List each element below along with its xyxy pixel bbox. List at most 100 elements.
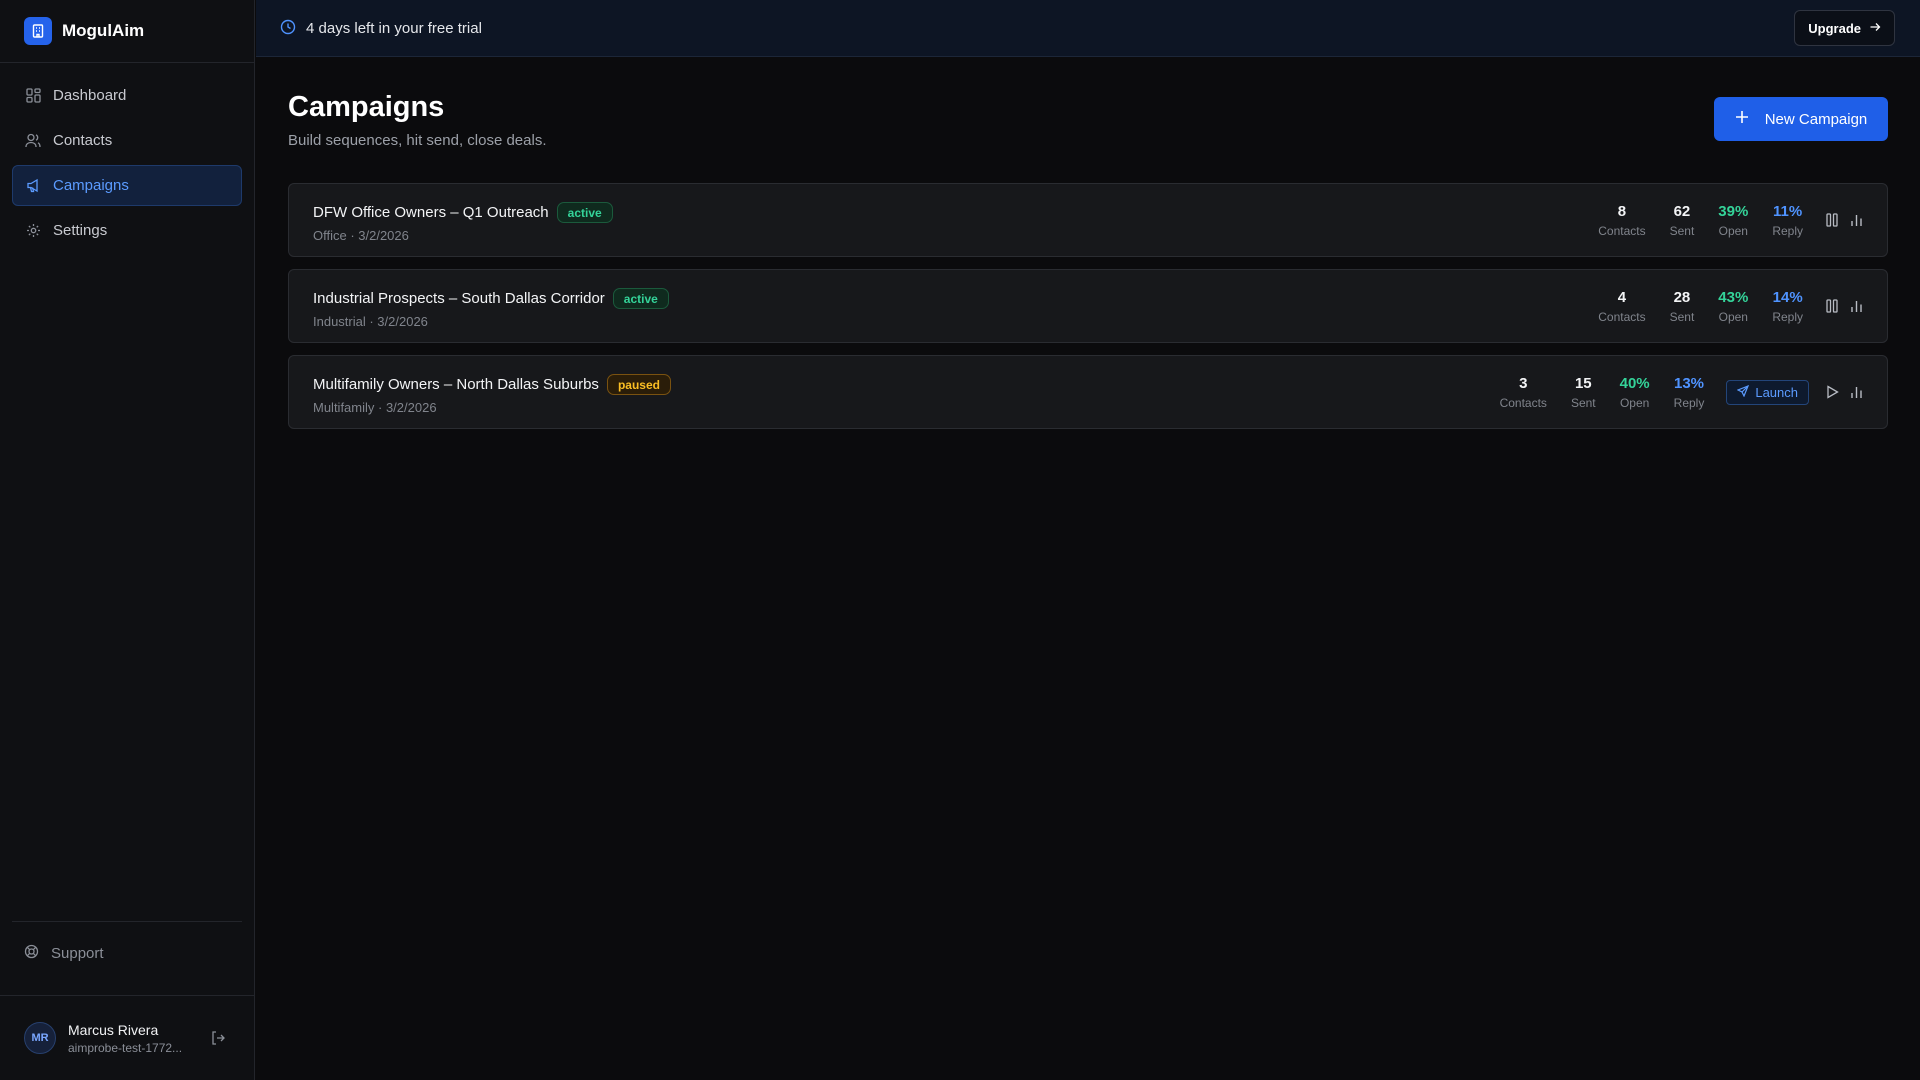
support-label: Support [51,945,104,962]
stat-label: Open [1718,309,1748,324]
campaign-name[interactable]: DFW Office Owners – Q1 Outreach [313,204,549,221]
user-name: Marcus Rivera [68,1021,159,1038]
stat-sent: 28 Sent [1670,289,1695,324]
stat-value: 39% [1718,202,1749,220]
play-icon[interactable] [1825,384,1839,400]
building-icon [24,17,52,45]
stat-value: 8 [1617,202,1627,220]
stat-label: Sent [1669,309,1695,324]
sidebar-item-label: Dashboard [53,87,127,104]
campaign-card[interactable]: Industrial Prospects – South Dallas Corr… [288,269,1888,343]
stat-contacts: 8 Contacts [1598,203,1645,238]
stat-value: 43% [1718,288,1749,306]
campaign-card[interactable]: DFW Office Owners – Q1 Outreach active O… [288,183,1888,257]
campaign-stats: 8 Contacts 62 Sent 39% Open 11% Reply [1598,184,1863,256]
launch-label: Launch [1755,384,1798,400]
bar-chart-icon[interactable] [1849,212,1863,228]
pause-icon[interactable] [1825,212,1839,228]
campaign-list: DFW Office Owners – Q1 Outreach active O… [288,183,1888,429]
sidebar-item-label: Contacts [53,132,113,149]
stat-sent: 15 Sent [1571,375,1596,410]
status-badge: active [556,202,613,223]
stat-contacts: 4 Contacts [1598,289,1645,324]
stat-label: Reply [1673,395,1705,410]
sidebar-item-settings[interactable]: Settings [12,210,242,251]
pause-icon[interactable] [1825,298,1839,314]
campaign-info: DFW Office Owners – Q1 Outreach active O… [313,202,613,243]
lifebuoy-icon [24,944,39,963]
avatar[interactable]: MR [24,1022,56,1054]
campaign-info: Industrial Prospects – South Dallas Corr… [313,288,669,329]
campaign-card[interactable]: Multifamily Owners – North Dallas Suburb… [288,355,1888,429]
campaign-meta: Office · 3/2/2026 [313,228,409,243]
campaign-stats: 3 Contacts 15 Sent 40% Open 13% Reply La… [1500,356,1863,428]
campaign-meta: Multifamily · 3/2/2026 [313,400,437,415]
sidebar: MogulAim Dashboard Contacts Campaigns Se… [0,0,255,1080]
trial-text: 4 days left in your free trial [306,19,482,37]
logout-icon[interactable] [210,1030,226,1046]
stat-label: Reply [1772,309,1803,324]
stat-value: 15 [1574,374,1592,392]
stat-sent: 62 Sent [1670,203,1695,238]
stat-value: 3 [1519,374,1528,392]
campaign-stats: 4 Contacts 28 Sent 43% Open 14% Reply [1598,270,1863,342]
campaign-name[interactable]: Multifamily Owners – North Dallas Suburb… [313,376,599,393]
send-icon [1736,384,1750,400]
campaign-meta: Industrial · 3/2/2026 [313,314,428,329]
upgrade-label: Upgrade [1808,20,1861,36]
stat-label: Contacts [1598,309,1646,324]
sidebar-item-contacts[interactable]: Contacts [12,120,242,161]
stat-contacts: 3 Contacts [1500,375,1547,410]
stat-value: 28 [1673,288,1691,306]
support-section: Support [12,921,242,963]
stat-open: 43% Open [1718,289,1748,324]
stat-label: Contacts [1499,395,1547,410]
users-icon [25,133,41,149]
bar-chart-icon[interactable] [1849,384,1863,400]
dashboard-icon [25,88,41,104]
stat-label: Contacts [1598,223,1646,238]
megaphone-icon [25,178,41,194]
support-link[interactable]: Support [12,944,242,963]
campaign-actions [1825,298,1863,314]
page-subtitle: Build sequences, hit send, close deals. [288,132,547,149]
stat-value: 13% [1673,374,1705,392]
page-title: Campaigns [288,91,445,123]
stat-label: Sent [1570,395,1596,410]
stat-label: Sent [1669,223,1695,238]
campaign-actions: Launch [1726,379,1863,405]
upgrade-button[interactable]: Upgrade [1794,10,1895,46]
bar-chart-icon[interactable] [1849,298,1863,314]
plus-icon [1735,110,1749,128]
stat-value: 11% [1773,202,1803,220]
sidebar-item-dashboard[interactable]: Dashboard [12,75,242,116]
campaign-name[interactable]: Industrial Prospects – South Dallas Corr… [313,290,605,307]
clock-icon [280,19,296,38]
stat-reply: 13% Reply [1674,375,1705,410]
stat-value: 4 [1617,288,1627,306]
brand[interactable]: MogulAim [0,0,254,63]
gear-icon [25,223,41,239]
status-badge: paused [606,374,671,395]
sidebar-item-label: Campaigns [53,177,129,194]
new-campaign-button[interactable]: New Campaign [1714,97,1888,141]
stat-reply: 14% Reply [1772,289,1803,324]
sidebar-item-label: Settings [53,222,108,239]
status-badge: active [612,288,669,309]
main-content: Campaigns Build sequences, hit send, clo… [288,57,1888,441]
stat-open: 39% Open [1718,203,1748,238]
stat-label: Reply [1772,223,1803,238]
stat-value: 14% [1772,288,1803,306]
campaign-info: Multifamily Owners – North Dallas Suburb… [313,374,671,415]
arrow-right-icon [1869,21,1881,36]
stat-reply: 11% Reply [1772,203,1803,238]
sidebar-item-campaigns[interactable]: Campaigns [12,165,242,206]
stat-value: 40% [1619,374,1650,392]
campaign-actions [1825,212,1863,228]
new-campaign-label: New Campaign [1764,110,1868,128]
launch-button[interactable]: Launch [1726,379,1809,405]
user-panel: MR Marcus Rivera aimprobe-test-1772... [0,995,254,1080]
stat-label: Open [1718,223,1748,238]
trial-banner: 4 days left in your free trial Upgrade [256,0,1920,57]
brand-name: MogulAim [62,21,145,40]
